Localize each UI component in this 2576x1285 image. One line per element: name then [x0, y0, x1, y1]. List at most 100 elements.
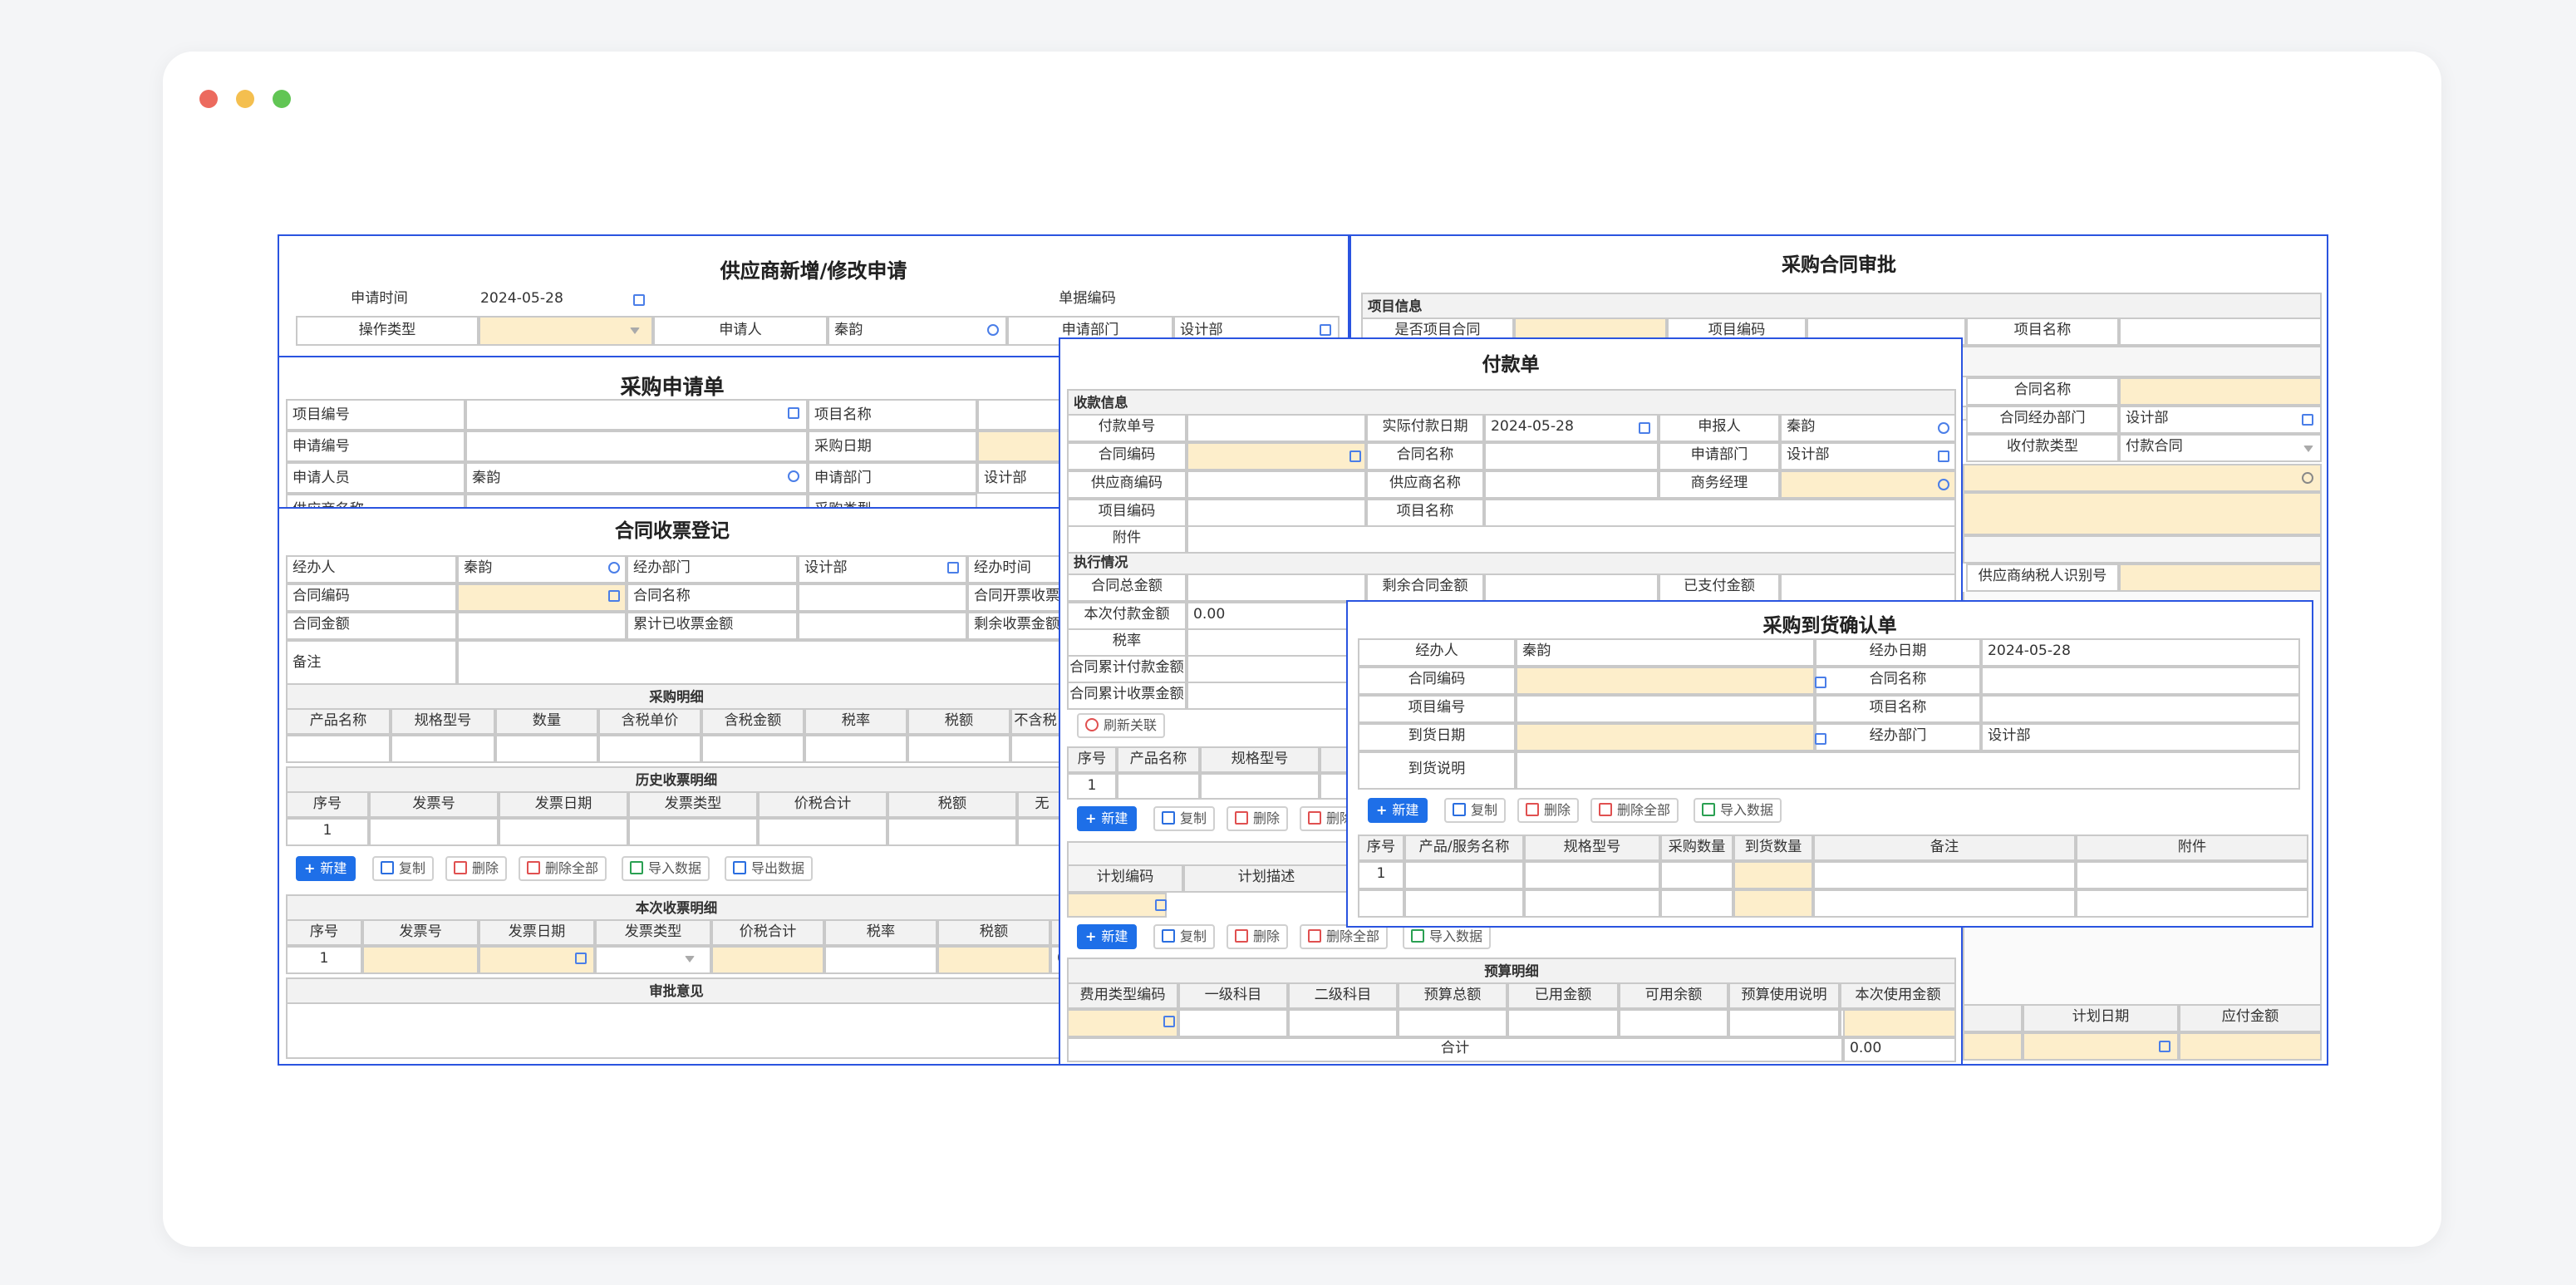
id-card-icon[interactable] — [1163, 1016, 1175, 1027]
project-code-value[interactable] — [1516, 695, 1815, 723]
requester-value[interactable]: 秦韵 — [465, 462, 808, 494]
pay-no-value[interactable] — [1187, 414, 1366, 442]
user-icon[interactable] — [1938, 479, 1949, 490]
invoice-button-4[interactable]: 导入数据 — [622, 856, 710, 881]
project-name-value[interactable] — [977, 399, 1065, 431]
payment-button-2[interactable]: 删除 — [1227, 806, 1288, 831]
contract-dept-value[interactable]: 设计部 — [2119, 406, 2322, 434]
payment2-button-0[interactable]: + 新建 — [1077, 924, 1137, 949]
received-total-value[interactable] — [798, 612, 967, 640]
table-cell[interactable] — [2076, 861, 2308, 889]
attachment-input[interactable] — [1963, 464, 2322, 492]
arrival-button-3[interactable]: 删除全部 — [1590, 798, 1679, 823]
id-card-icon[interactable] — [2302, 414, 2313, 426]
table-cell[interactable] — [1200, 773, 1320, 800]
table-cell[interactable] — [1178, 1009, 1288, 1037]
table-cell[interactable] — [1813, 861, 2076, 889]
calendar-icon[interactable] — [1815, 733, 1826, 745]
user-icon[interactable] — [608, 562, 620, 574]
table-cell[interactable] — [1398, 1009, 1507, 1037]
id-card-icon[interactable] — [1938, 450, 1949, 462]
handler-dept-value[interactable]: 设计部 — [1981, 723, 2300, 751]
this-use-input[interactable] — [1843, 1009, 1956, 1037]
calendar-icon[interactable] — [1639, 422, 1650, 434]
plan-date-cell[interactable] — [2023, 1032, 2179, 1061]
project-code-value[interactable] — [1187, 499, 1366, 527]
pay-date-value[interactable]: 2024-05-28 — [1484, 414, 1659, 442]
supplier-name-value[interactable] — [1484, 470, 1659, 499]
contract-name-value[interactable] — [798, 583, 967, 612]
close-dot-icon[interactable] — [199, 90, 218, 108]
project-name-value[interactable] — [1484, 499, 1956, 527]
invoice-button-1[interactable]: 复制 — [372, 856, 434, 881]
project-code-input[interactable] — [465, 399, 808, 431]
op-type-select[interactable] — [479, 316, 653, 346]
remark-input[interactable] — [457, 640, 1065, 685]
id-card-icon[interactable] — [608, 590, 620, 602]
table-cell[interactable] — [495, 735, 598, 763]
fee-code-input[interactable] — [1067, 1009, 1178, 1037]
table-cell[interactable] — [907, 735, 1010, 763]
table-cell[interactable] — [937, 946, 1050, 974]
id-card-icon[interactable] — [788, 407, 799, 419]
table-cell[interactable] — [1728, 1009, 1840, 1037]
table-cell[interactable] — [1524, 889, 1660, 918]
apply-dept-value[interactable]: 设计部 — [1780, 442, 1956, 470]
table-cell[interactable] — [1733, 889, 1813, 918]
user-icon[interactable] — [1938, 422, 1949, 434]
table-cell[interactable] — [598, 735, 701, 763]
handle-date-value[interactable]: 2024-05-28 — [1981, 638, 2300, 667]
table-cell[interactable] — [758, 818, 887, 846]
minimize-dot-icon[interactable] — [236, 90, 254, 108]
table-cell[interactable] — [701, 735, 804, 763]
handler-value[interactable]: 秦韵 — [1516, 638, 1815, 667]
id-card-icon[interactable] — [1349, 450, 1361, 462]
apply-time-value[interactable]: 2024-05-28 — [475, 288, 642, 313]
table-cell[interactable] — [1507, 1009, 1619, 1037]
maximize-dot-icon[interactable] — [273, 90, 291, 108]
table-cell[interactable] — [391, 735, 495, 763]
pay-type-select[interactable]: 付款合同 — [2119, 434, 2322, 462]
table-cell[interactable] — [711, 946, 824, 974]
table-cell[interactable] — [362, 946, 479, 974]
contract-name-input[interactable] — [2119, 377, 2322, 406]
table-cell[interactable] — [1813, 889, 2076, 918]
handler-value[interactable]: 秦韵 — [457, 555, 627, 583]
plan-code-cell[interactable] — [1067, 893, 1167, 918]
reporter-value[interactable]: 秦韵 — [1780, 414, 1956, 442]
table-cell[interactable] — [887, 818, 1017, 846]
arrival-button-2[interactable]: 删除 — [1517, 798, 1579, 823]
user-icon[interactable] — [788, 470, 799, 482]
project-name-value[interactable] — [2119, 318, 2322, 346]
payment-button-0[interactable]: + 新建 — [1077, 806, 1137, 831]
arrival-button-4[interactable]: 导入数据 — [1694, 798, 1782, 823]
contract-code-input[interactable] — [1187, 442, 1366, 470]
paid-amount-value[interactable] — [1780, 574, 1956, 602]
table-cell[interactable] — [1358, 889, 1404, 918]
table-cell[interactable] — [1404, 889, 1524, 918]
id-card-icon[interactable] — [947, 562, 959, 574]
table-cell[interactable] — [1117, 773, 1200, 800]
payment-button-1[interactable]: 复制 — [1153, 806, 1215, 831]
table-cell[interactable] — [1288, 1009, 1398, 1037]
refresh-link-button[interactable]: 刷新关联 — [1077, 713, 1165, 738]
table-cell[interactable] — [369, 818, 499, 846]
total-amount-value[interactable] — [1187, 574, 1366, 602]
payment2-button-1[interactable]: 复制 — [1153, 924, 1215, 949]
payment2-button-3[interactable]: 删除全部 — [1300, 924, 1388, 949]
contract-code-input[interactable] — [457, 583, 627, 612]
contract-amount-value[interactable] — [457, 612, 627, 640]
total-value[interactable]: 0.00 — [1843, 1037, 1956, 1062]
id-card-icon[interactable] — [1320, 324, 1331, 336]
contract-name-value[interactable] — [1981, 667, 2300, 695]
table-cell[interactable] — [286, 735, 391, 763]
table-cell[interactable] — [499, 818, 628, 846]
contract-name-value[interactable] — [1484, 442, 1659, 470]
arrival-button-0[interactable]: + 新建 — [1368, 798, 1428, 823]
payment2-button-4[interactable]: 导入数据 — [1403, 924, 1491, 949]
request-dept-value[interactable]: 设计部 — [977, 462, 1065, 494]
plan-cell[interactable] — [1963, 1032, 2023, 1061]
invoice-button-2[interactable]: 删除 — [445, 856, 507, 881]
table-cell[interactable] — [1404, 861, 1524, 889]
table-cell[interactable] — [1660, 861, 1733, 889]
